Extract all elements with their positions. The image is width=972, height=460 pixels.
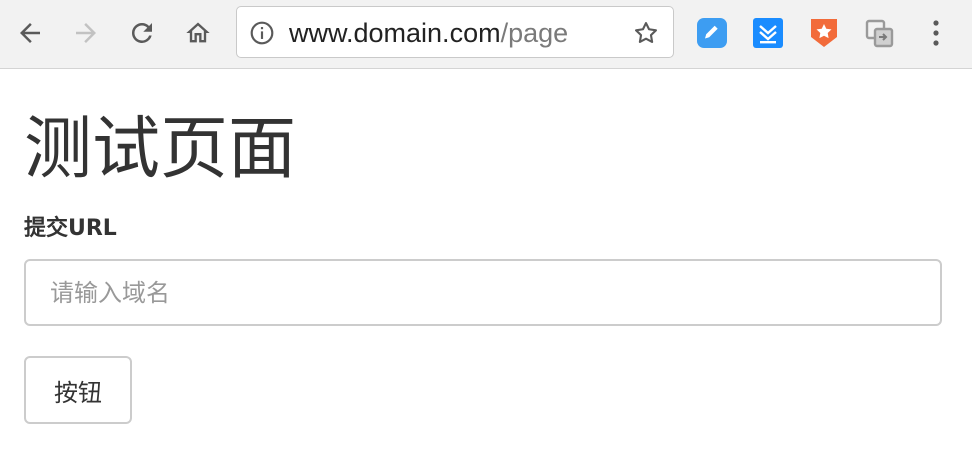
forward-arrow-icon[interactable] <box>69 16 103 50</box>
home-icon[interactable] <box>181 16 215 50</box>
reload-icon[interactable] <box>125 16 159 50</box>
page-title: 测试页面 <box>24 110 297 189</box>
address-bar[interactable]: www.domain.com/page <box>236 6 674 58</box>
url-text[interactable]: www.domain.com/page <box>289 18 568 48</box>
browser-toolbar: www.domain.com/page <box>0 0 972 69</box>
more-vert-icon[interactable] <box>919 16 953 50</box>
back-arrow-icon[interactable] <box>13 16 47 50</box>
blue-download-extension-icon[interactable] <box>751 16 785 50</box>
url-field-label: 提交URL <box>24 216 117 241</box>
star-icon[interactable] <box>631 18 661 48</box>
info-icon[interactable] <box>249 20 275 46</box>
domain-input[interactable] <box>24 259 942 326</box>
blue-pencil-extension-icon[interactable] <box>695 16 729 50</box>
url-path: /page <box>500 18 569 48</box>
gray-share-extension-icon[interactable] <box>863 16 897 50</box>
orange-star-extension-icon[interactable] <box>807 16 841 50</box>
url-host: www.domain.com <box>289 18 501 48</box>
submit-button[interactable]: 按钮 <box>24 356 132 424</box>
